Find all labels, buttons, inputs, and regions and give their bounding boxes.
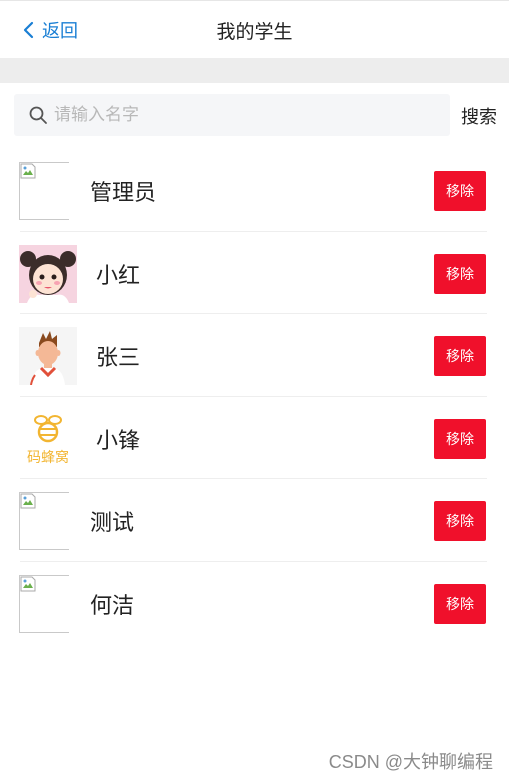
page-title: 我的学生	[216, 22, 293, 43]
student-name: 管理员	[90, 180, 157, 205]
student-name: 小红	[96, 262, 141, 288]
student-name: 张三	[96, 345, 141, 370]
search-box[interactable]	[14, 94, 450, 136]
broken-image-icon	[19, 492, 69, 550]
list-item: 管理员 移除	[0, 148, 509, 231]
remove-button[interactable]: 移除	[434, 418, 486, 459]
bee-logo: 码蜂窝	[19, 409, 77, 468]
search-icon	[29, 106, 47, 124]
remove-button[interactable]: 移除	[434, 583, 486, 624]
list-item: 何洁 移除	[0, 560, 509, 644]
remove-button[interactable]: 移除	[434, 336, 486, 376]
svg-text:码蜂窝: 码蜂窝	[27, 449, 69, 466]
student-list: 管理员 移除 小红 移除 张三 移除 码蜂窝 小锋 移除 测试 移除 何洁 移除	[0, 148, 509, 643]
list-item: 小红 移除	[0, 230, 509, 314]
boy-avatar	[19, 327, 77, 385]
student-name: 何洁	[90, 592, 135, 618]
list-item: 张三 移除	[0, 313, 509, 396]
student-name: 测试	[90, 510, 135, 535]
section-divider	[0, 58, 509, 83]
student-name: 小锋	[96, 427, 141, 453]
remove-button[interactable]: 移除	[434, 171, 486, 211]
broken-image-icon	[19, 574, 69, 633]
search-button[interactable]: 搜索	[461, 103, 497, 129]
remove-button[interactable]: 移除	[434, 501, 486, 541]
search-bar: 搜索	[0, 83, 509, 145]
remove-button[interactable]: 移除	[434, 253, 486, 294]
watermark: CSDN @大钟聊编程	[328, 752, 493, 772]
girl-avatar	[19, 244, 77, 303]
list-item: 码蜂窝 小锋 移除	[0, 395, 509, 479]
nav-bar: 返回 我的学生	[0, 0, 509, 58]
broken-image-icon	[19, 162, 69, 220]
list-item: 测试 移除	[0, 478, 509, 561]
search-input[interactable]	[54, 105, 414, 125]
